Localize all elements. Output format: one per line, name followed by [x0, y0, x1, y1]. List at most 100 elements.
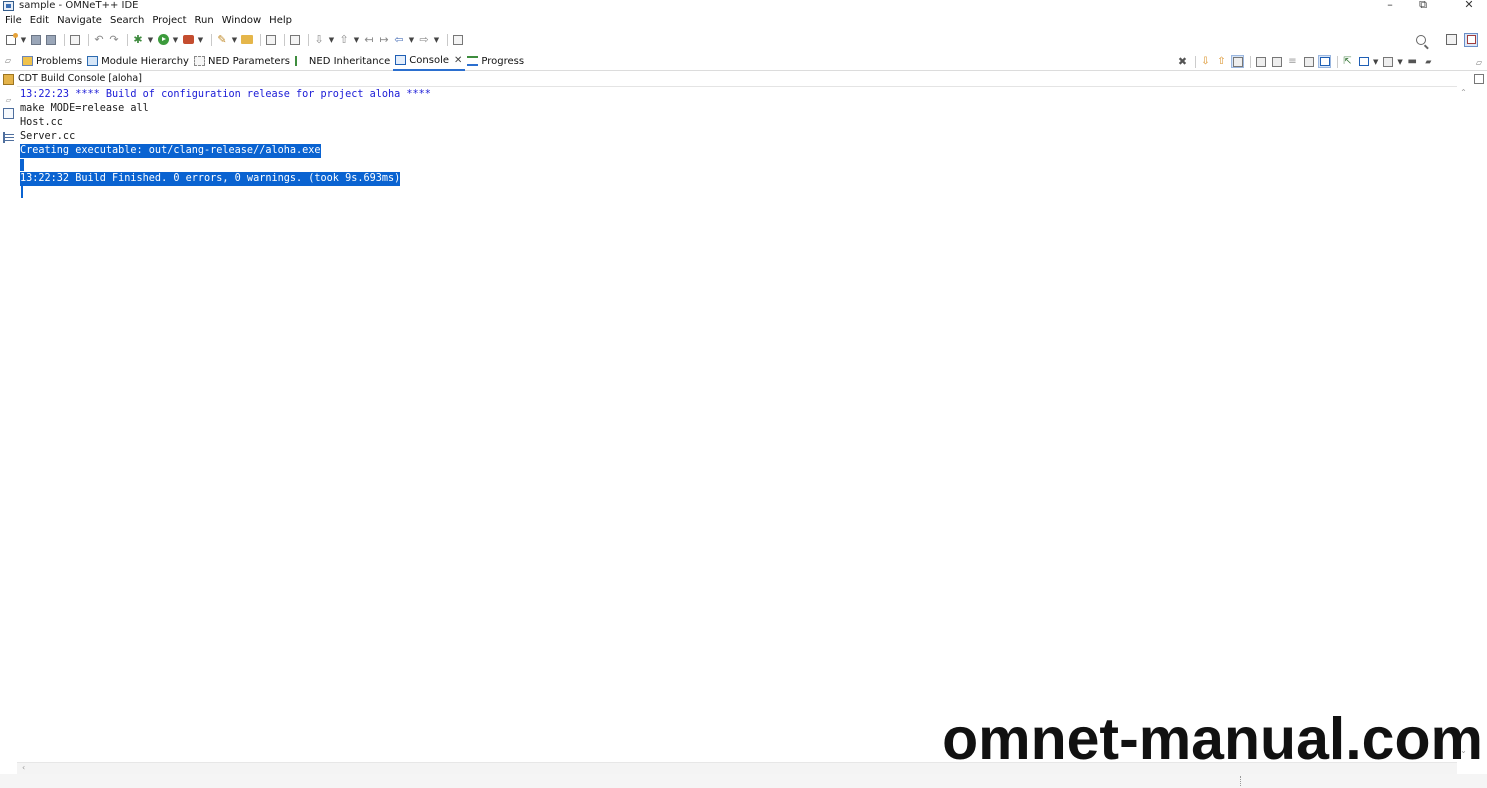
- menu-file[interactable]: File: [0, 13, 26, 28]
- pen-dropdown-icon[interactable]: ▼: [231, 33, 238, 47]
- minimize-button[interactable]: –: [1380, 0, 1400, 11]
- console-line-selected: 13:22:32 Build Finished. 0 errors, 0 war…: [20, 172, 401, 186]
- open-type-button[interactable]: [265, 33, 277, 47]
- tab-ned-parameters[interactable]: NED Parameters: [192, 52, 293, 71]
- console-line: Server.cc: [20, 131, 76, 142]
- window-title: sample - OMNeT++ IDE: [19, 0, 139, 11]
- last-edit-forward-icon[interactable]: ↦: [378, 33, 390, 47]
- open-type-icon: [266, 34, 276, 45]
- restore-icon[interactable]: ▱: [3, 96, 14, 107]
- restore-right-icon[interactable]: ▱: [1474, 58, 1484, 68]
- menu-project[interactable]: Project: [148, 13, 190, 28]
- previous-annotation-icon[interactable]: ⇧: [338, 33, 350, 47]
- scroll-lock-icon[interactable]: [1270, 55, 1283, 68]
- restore-button[interactable]: ⧉: [1413, 0, 1433, 12]
- forward-icon[interactable]: ⇨: [418, 33, 430, 47]
- clear-console-icon[interactable]: ✖: [1176, 55, 1189, 68]
- maximize-view-icon[interactable]: ▰: [1422, 55, 1435, 68]
- menu-help[interactable]: Help: [265, 13, 296, 28]
- console-toolbar-icon: [290, 34, 300, 45]
- progress-icon: [467, 56, 479, 66]
- menu-run[interactable]: Run: [191, 13, 218, 28]
- selection-empty-line: [20, 159, 24, 171]
- vertical-scrollbar[interactable]: ⌃ ⌄: [1457, 86, 1470, 762]
- link-with-editor-icon[interactable]: [1231, 55, 1244, 68]
- new-console-icon[interactable]: [1381, 55, 1394, 68]
- open-perspective-icon[interactable]: [1446, 34, 1457, 45]
- tab-problems[interactable]: Problems: [20, 52, 85, 71]
- debug-icon[interactable]: ✱: [132, 33, 144, 47]
- new-dropdown-icon[interactable]: ▼: [20, 33, 27, 47]
- console-icon: [395, 55, 407, 65]
- menu-navigate[interactable]: Navigate: [53, 13, 106, 28]
- back-icon[interactable]: ⇦: [393, 33, 405, 47]
- debug-dropdown-icon[interactable]: ▼: [147, 33, 154, 47]
- right-view-icon[interactable]: [1474, 74, 1484, 84]
- console-output[interactable]: 13:22:23 **** Build of configuration rel…: [17, 86, 1457, 762]
- undo-icon[interactable]: ↶: [93, 33, 105, 47]
- next-annotation-icon[interactable]: ⇩: [313, 33, 325, 47]
- cdt-build-console-icon: [3, 74, 14, 85]
- next-annotation-dropdown-icon[interactable]: ▼: [328, 33, 335, 47]
- project-explorer-icon[interactable]: [3, 108, 14, 119]
- show-console-on-output-icon[interactable]: [1302, 55, 1315, 68]
- menu-search[interactable]: Search: [106, 13, 148, 28]
- app-icon: [3, 1, 14, 11]
- copy-build-log-icon[interactable]: [1254, 55, 1267, 68]
- forward-dropdown-icon[interactable]: ▼: [433, 33, 440, 47]
- pen-icon[interactable]: ✎: [216, 33, 228, 47]
- title-bar: sample - OMNeT++ IDE – ⧉ ✕: [0, 0, 1487, 12]
- toolbar-separator: [284, 33, 285, 46]
- console-line: make MODE=release all: [20, 103, 149, 114]
- minimize-view-icon[interactable]: ▬: [1406, 55, 1419, 68]
- tab-ned-inheritance[interactable]: NED Inheritance: [293, 52, 393, 71]
- next-error-icon[interactable]: ⇩: [1199, 55, 1212, 68]
- search-icon[interactable]: [1416, 34, 1426, 45]
- ned-inheritance-icon: [294, 56, 306, 66]
- toolbar-separator: [1195, 55, 1196, 68]
- display-dropdown-icon[interactable]: ▼: [1373, 58, 1378, 66]
- external-tools-button[interactable]: [182, 33, 194, 47]
- previous-annotation-dropdown-icon[interactable]: ▼: [353, 33, 360, 47]
- scroll-up-icon[interactable]: ⌃: [1457, 88, 1470, 97]
- back-dropdown-icon[interactable]: ▼: [408, 33, 415, 47]
- console-view-toolbar: ✖ ⇩ ⇧ ≡ ⇱ ▼ ▼ ▬ ▰: [1176, 52, 1438, 71]
- tab-console[interactable]: Console ✕: [393, 52, 466, 71]
- menu-edit[interactable]: Edit: [26, 13, 53, 28]
- toolbar-separator: [308, 33, 309, 46]
- new-button[interactable]: [5, 32, 18, 47]
- tab-progress[interactable]: Progress: [465, 52, 527, 71]
- new-console-dropdown-icon[interactable]: ▼: [1397, 58, 1402, 66]
- outline-icon[interactable]: [3, 132, 14, 143]
- open-console-button[interactable]: [289, 33, 301, 47]
- open-folder-button[interactable]: [241, 33, 253, 47]
- left-trim-stack: ▱: [0, 72, 17, 772]
- run-dropdown-icon[interactable]: ▼: [172, 33, 179, 47]
- tab-label: NED Inheritance: [308, 55, 391, 67]
- word-wrap-icon[interactable]: ≡: [1286, 55, 1299, 68]
- external-tools-dropdown-icon[interactable]: ▼: [197, 33, 204, 47]
- build-icon: [70, 34, 80, 45]
- display-selected-console-icon[interactable]: [1357, 55, 1370, 68]
- pin-console-icon[interactable]: [1318, 55, 1331, 68]
- text-cursor: [21, 186, 23, 198]
- redo-icon[interactable]: ↷: [108, 33, 120, 47]
- pin-editor-button[interactable]: [452, 33, 464, 47]
- restore-views-icon[interactable]: ▱: [3, 56, 13, 66]
- toolbar-separator: [260, 33, 261, 46]
- menu-window[interactable]: Window: [218, 13, 265, 28]
- save-all-button[interactable]: [45, 33, 57, 47]
- save-button[interactable]: [30, 33, 42, 47]
- close-icon[interactable]: ✕: [454, 55, 462, 66]
- tab-label: NED Parameters: [207, 55, 290, 67]
- last-edit-icon[interactable]: ↤: [363, 33, 375, 47]
- build-button[interactable]: [69, 33, 81, 47]
- tab-label: Progress: [481, 55, 525, 67]
- tab-module-hierarchy[interactable]: Module Hierarchy: [85, 52, 192, 71]
- close-button[interactable]: ✕: [1459, 0, 1479, 11]
- open-console-icon[interactable]: ⇱: [1341, 55, 1354, 68]
- run-button[interactable]: [157, 33, 169, 47]
- previous-error-icon[interactable]: ⇧: [1215, 55, 1228, 68]
- omnet-perspective-icon[interactable]: [1464, 32, 1478, 47]
- ned-parameters-icon: [193, 56, 205, 66]
